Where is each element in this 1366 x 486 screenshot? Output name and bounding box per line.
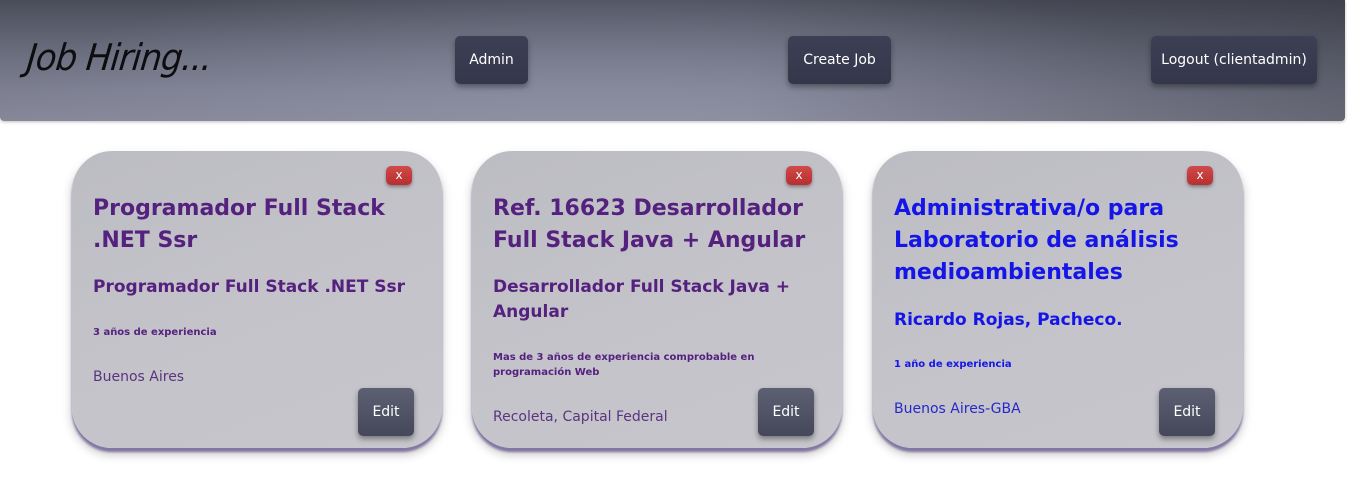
app-logo[interactable]: Job Hiring...	[25, 36, 214, 79]
job-experience: 1 año de experiencia	[894, 359, 1012, 370]
job-subtitle: Ricardo Rojas, Pacheco.	[894, 310, 1123, 330]
logout-button[interactable]: Logout (clientadmin)	[1151, 36, 1317, 84]
create-job-button[interactable]: Create Job	[788, 36, 891, 84]
job-experience: 3 años de experiencia	[93, 327, 217, 338]
delete-job-button[interactable]: x	[386, 166, 412, 185]
delete-job-button[interactable]: x	[786, 166, 812, 185]
job-title: Programador Full Stack .NET Ssr	[93, 196, 385, 253]
job-location: Buenos Aires	[93, 369, 185, 385]
job-card: x Programador Full Stack .NET Ssr Progra…	[72, 151, 442, 448]
delete-job-button[interactable]: x	[1187, 166, 1213, 185]
admin-button[interactable]: Admin	[455, 36, 528, 84]
job-subtitle: Desarrollador Full Stack Java + Angular	[493, 277, 791, 322]
edit-job-button[interactable]: Edit	[758, 388, 814, 436]
job-title: Ref. 16623 Desarrollador Full Stack Java…	[493, 196, 806, 253]
job-subtitle: Programador Full Stack .NET Ssr	[93, 277, 406, 297]
top-navbar: Job Hiring... Admin Create Job Logout (c…	[0, 0, 1345, 121]
job-card: x Ref. 16623 Desarrollador Full Stack Ja…	[472, 151, 842, 448]
job-location: Buenos Aires-GBA	[894, 401, 1021, 417]
job-card: x Administrativa/o para Laboratorio de a…	[873, 151, 1243, 448]
job-title: Administrativa/o para Laboratorio de aná…	[894, 196, 1179, 285]
edit-job-button[interactable]: Edit	[358, 388, 414, 436]
job-location: Recoleta, Capital Federal	[493, 409, 668, 425]
edit-job-button[interactable]: Edit	[1159, 388, 1215, 436]
job-experience: Mas de 3 años de experiencia comprobable…	[493, 352, 755, 378]
